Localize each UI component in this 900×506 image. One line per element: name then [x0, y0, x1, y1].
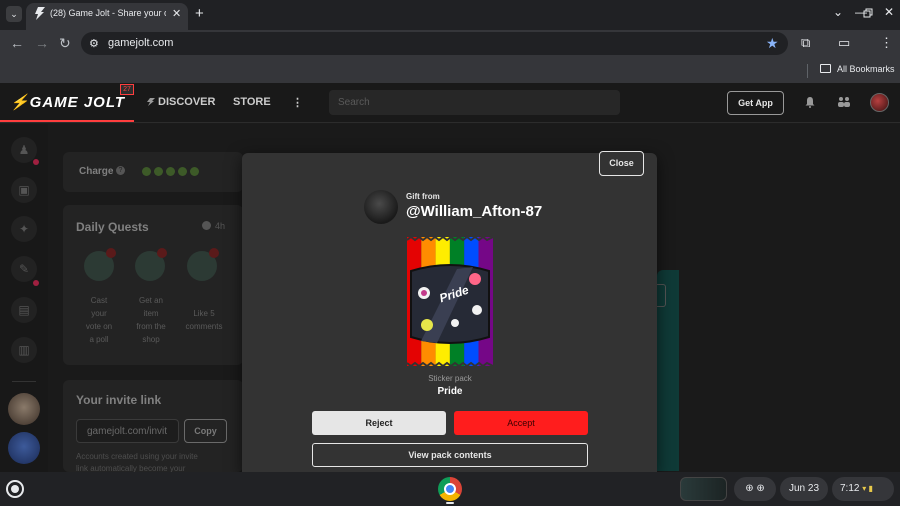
nav-more-icon[interactable]: ⋮ — [292, 96, 303, 109]
chrome-icon-center — [444, 483, 456, 495]
invite-title: Your invite link — [76, 393, 162, 407]
reload-button[interactable]: ↻ — [59, 35, 71, 52]
sidebar-library-icon[interactable]: ▥ — [11, 337, 37, 363]
search-input[interactable] — [329, 90, 620, 115]
all-bookmarks-button[interactable]: All Bookmarks — [837, 64, 895, 74]
user-avatar[interactable] — [870, 93, 889, 112]
sidebar-backpack-icon[interactable]: ✦ — [11, 216, 37, 242]
launcher-icon — [11, 485, 19, 493]
sender-avatar[interactable] — [364, 190, 398, 224]
clock-icon — [202, 221, 211, 230]
pack-type-label: Sticker pack — [428, 374, 472, 383]
date-tray[interactable]: Jun 23 — [780, 477, 828, 501]
gift-from-label: Gift from — [406, 192, 440, 201]
bookmarks-divider — [807, 64, 808, 78]
charge-orb — [178, 167, 187, 176]
tab-close-icon[interactable]: ✕ — [172, 7, 181, 20]
browser-menu-icon[interactable]: ⋮ — [880, 35, 893, 51]
nav-discover[interactable]: DISCOVER — [158, 96, 215, 108]
site-info-icon[interactable]: ⚙ — [89, 37, 99, 50]
app-running-indicator — [446, 502, 454, 504]
search-placeholder: Search — [338, 97, 370, 108]
sender-username[interactable]: @William_Afton-87 — [406, 203, 542, 220]
charge-orb — [154, 167, 163, 176]
reject-button[interactable]: Reject — [312, 411, 446, 435]
get-app-button[interactable]: Get App — [727, 91, 784, 115]
charge-help-icon[interactable]: ? — [116, 166, 125, 175]
charge-orb — [190, 167, 199, 176]
sidebar-quests-icon[interactable]: ✎ — [11, 256, 37, 282]
sidebar-divider — [12, 381, 36, 382]
quest-shop-text: Get an item from the shop — [136, 296, 166, 344]
charge-label: Charge — [79, 166, 114, 177]
notification-count-badge: 27 — [120, 84, 134, 95]
gamejolt-favicon-icon — [35, 7, 45, 20]
community-avatar[interactable] — [8, 393, 40, 425]
sidebar-chat-icon[interactable]: ▤ — [11, 297, 37, 323]
copy-invite-button[interactable]: Copy — [184, 419, 227, 443]
url-text[interactable]: gamejolt.com — [108, 37, 173, 49]
view-pack-contents-button[interactable]: View pack contents — [312, 443, 588, 467]
sidebar-store-icon[interactable]: ▣ — [11, 177, 37, 203]
gamejolt-logo[interactable]: ⚡GAME JOLT — [10, 93, 125, 111]
close-window-button[interactable]: ✕ — [884, 5, 894, 19]
restore-icon[interactable] — [863, 8, 873, 18]
extensions-icon[interactable]: ⧉ — [801, 35, 810, 51]
holding-space-thumbnail[interactable] — [680, 477, 727, 501]
quest-complete-badge — [209, 248, 219, 258]
sidebar-notification-dot — [33, 280, 39, 286]
back-button[interactable]: ← — [10, 35, 24, 51]
nav-store[interactable]: STORE — [233, 96, 271, 108]
tab-title: (28) Game Jolt - Share your cre — [50, 8, 166, 18]
forward-button[interactable]: → — [35, 35, 49, 51]
active-underline — [0, 120, 134, 122]
folder-icon — [820, 64, 831, 73]
tray-buttons[interactable]: ⊕ ⊕ — [734, 477, 776, 501]
quest-complete-badge — [106, 248, 116, 258]
address-bar[interactable] — [81, 32, 788, 55]
status-tray[interactable]: 7:12 ▾ ▮ — [832, 477, 894, 501]
bookmark-star-icon[interactable]: ★ — [766, 35, 779, 52]
clock-time: 7:12 — [840, 483, 860, 494]
reading-mode-icon[interactable]: ▭ — [838, 35, 850, 51]
window-dropdown-button[interactable]: ⌄ — [833, 5, 843, 19]
friends-icon[interactable] — [837, 96, 851, 108]
pack-name: Pride — [437, 386, 463, 397]
accept-button[interactable]: Accept — [454, 411, 588, 435]
charge-orb — [142, 167, 151, 176]
close-button[interactable]: Close — [599, 151, 644, 176]
discover-icon — [147, 98, 155, 106]
community-avatar[interactable] — [8, 432, 40, 464]
quests-timer: 4h — [215, 221, 226, 231]
charge-orb — [166, 167, 175, 176]
quest-like-text: Like 5 comments — [185, 309, 223, 331]
status-icons: ▾ ▮ — [862, 484, 873, 493]
new-tab-button[interactable]: + — [195, 5, 204, 22]
quest-complete-badge — [157, 248, 167, 258]
invite-link-field[interactable]: gamejolt.com/invit — [76, 419, 179, 443]
bookmarks-bar — [0, 58, 900, 83]
quest-vote-text: Cast your vote on a poll — [85, 296, 113, 344]
sidebar-notification-dot — [33, 159, 39, 165]
feed-button-edge — [657, 284, 666, 307]
daily-quests-title: Daily Quests — [76, 220, 149, 234]
bell-icon[interactable] — [804, 96, 816, 108]
tab-search-button[interactable]: ⌄ — [6, 6, 22, 22]
